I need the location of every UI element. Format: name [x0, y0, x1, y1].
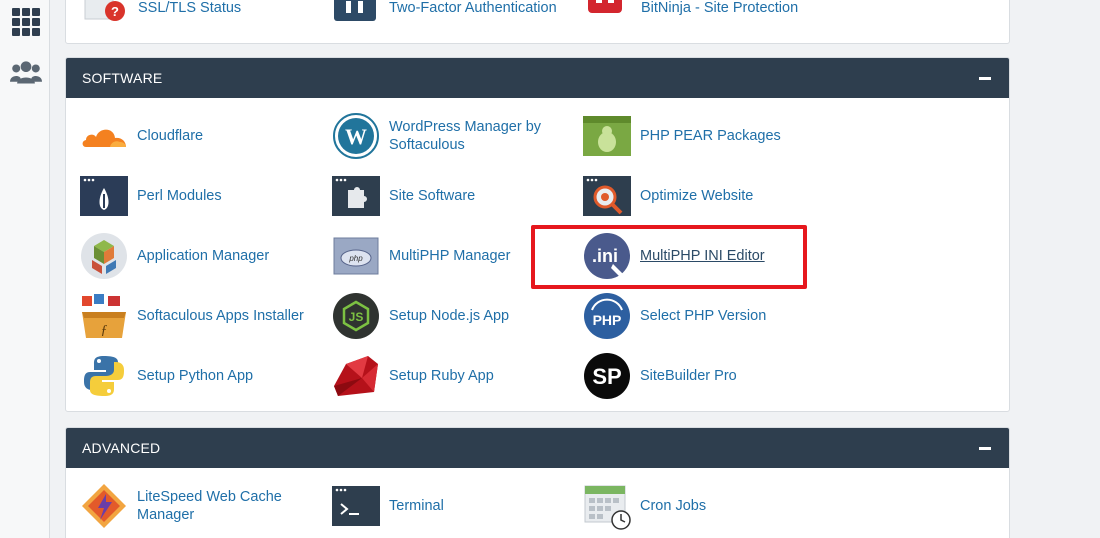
litespeed-icon	[80, 482, 128, 530]
python-label: Setup Python App	[137, 368, 254, 384]
svg-text:JS: JS	[349, 310, 364, 324]
main-content: ? SSL/TLS Status Two-Factor Authenticati…	[50, 0, 1100, 538]
security-panel: ? SSL/TLS Status Two-Factor Authenticati…	[65, 0, 1010, 44]
two-factor-label: Two-Factor Authentication	[389, 0, 557, 16]
nodejs-label: Setup Node.js App	[389, 308, 510, 324]
nodejs-icon: JS	[332, 292, 380, 340]
nodejs-item[interactable]: JS Setup Node.js App	[332, 292, 509, 340]
app-manager-item[interactable]: Application Manager	[80, 232, 269, 280]
two-factor-item[interactable]: Two-Factor Authentication	[332, 0, 557, 30]
ruby-item[interactable]: Setup Ruby App	[332, 352, 494, 400]
ssl-status-label: SSL/TLS Status	[138, 0, 242, 16]
optimize-item[interactable]: Optimize Website	[583, 172, 753, 220]
php-version-item[interactable]: PHP Select PHP Version	[583, 292, 766, 340]
two-factor-icon	[332, 0, 380, 30]
software-panel-header[interactable]: SOFTWARE	[66, 58, 1009, 98]
bitninja-item[interactable]: BitNinja - Site Protection	[584, 0, 798, 30]
softaculous-icon: ƒ	[80, 292, 128, 340]
software-panel-title: SOFTWARE	[82, 70, 163, 86]
php-pear-label: PHP PEAR Packages	[640, 128, 781, 144]
perl-icon	[80, 172, 128, 220]
advanced-panel: ADVANCED LiteSpeed Web Cache Manager Ter…	[65, 427, 1010, 538]
collapse-icon[interactable]	[979, 76, 991, 80]
bitninja-icon	[584, 0, 632, 30]
perl-label: Perl Modules	[137, 188, 222, 204]
ssl-status-icon: ?	[81, 0, 129, 30]
svg-text:PHP: PHP	[593, 312, 622, 328]
apps-grid-icon[interactable]	[10, 6, 42, 38]
wordpress-item[interactable]: W WordPress Manager by Softaculous	[332, 112, 559, 160]
collapse-icon[interactable]	[979, 446, 991, 450]
puzzle-icon	[332, 172, 380, 220]
php-pear-item[interactable]: PHP PEAR Packages	[583, 112, 781, 160]
litespeed-label: LiteSpeed Web Cache Manager	[137, 489, 282, 523]
svg-text:php: php	[348, 254, 363, 263]
cloudflare-item[interactable]: Cloudflare	[80, 112, 203, 160]
sitebuilder-icon: SP	[583, 352, 631, 400]
app-manager-icon	[80, 232, 128, 280]
php-manager-icon: php	[332, 232, 380, 280]
ruby-label: Setup Ruby App	[389, 368, 494, 384]
perl-item[interactable]: Perl Modules	[80, 172, 222, 220]
cron-icon	[583, 482, 631, 530]
ruby-icon	[332, 352, 380, 400]
cron-label: Cron Jobs	[640, 498, 707, 514]
svg-text:W: W	[345, 124, 367, 149]
wordpress-icon: W	[332, 112, 380, 160]
advanced-panel-header[interactable]: ADVANCED	[66, 428, 1009, 468]
cloudflare-icon	[80, 112, 128, 160]
litespeed-item[interactable]: LiteSpeed Web Cache Manager	[80, 482, 307, 530]
svg-text:?: ?	[111, 4, 119, 19]
ssl-status-item[interactable]: ? SSL/TLS Status	[81, 0, 241, 30]
advanced-panel-title: ADVANCED	[82, 440, 161, 456]
sitebuilder-label: SiteBuilder Pro	[640, 368, 737, 384]
cloudflare-label: Cloudflare	[137, 128, 204, 144]
php-manager-item[interactable]: php MultiPHP Manager	[332, 232, 510, 280]
optimize-label: Optimize Website	[640, 188, 754, 204]
softaculous-label: Softaculous Apps Installer	[137, 308, 304, 324]
site-software-label: Site Software	[389, 188, 476, 204]
terminal-icon	[332, 482, 380, 530]
python-item[interactable]: Setup Python App	[80, 352, 253, 400]
users-icon[interactable]	[10, 56, 42, 88]
svg-text:SP: SP	[592, 364, 621, 389]
php-version-icon: PHP	[583, 292, 631, 340]
sitebuilder-item[interactable]: SP SiteBuilder Pro	[583, 352, 737, 400]
python-icon	[80, 352, 128, 400]
php-manager-label: MultiPHP Manager	[389, 248, 511, 264]
optimize-icon	[583, 172, 631, 220]
highlight-box	[531, 225, 807, 289]
terminal-label: Terminal	[389, 498, 444, 514]
cron-item[interactable]: Cron Jobs	[583, 482, 706, 530]
softaculous-item[interactable]: ƒ Softaculous Apps Installer	[80, 292, 304, 340]
wordpress-label: WordPress Manager by Softaculous	[389, 119, 542, 153]
site-software-item[interactable]: Site Software	[332, 172, 475, 220]
left-rail	[0, 0, 50, 538]
php-pear-icon	[583, 112, 631, 160]
terminal-item[interactable]: Terminal	[332, 482, 444, 530]
php-version-label: Select PHP Version	[640, 308, 767, 324]
svg-text:ƒ: ƒ	[101, 323, 108, 338]
app-manager-label: Application Manager	[137, 248, 270, 264]
bitninja-label: BitNinja - Site Protection	[641, 0, 799, 16]
